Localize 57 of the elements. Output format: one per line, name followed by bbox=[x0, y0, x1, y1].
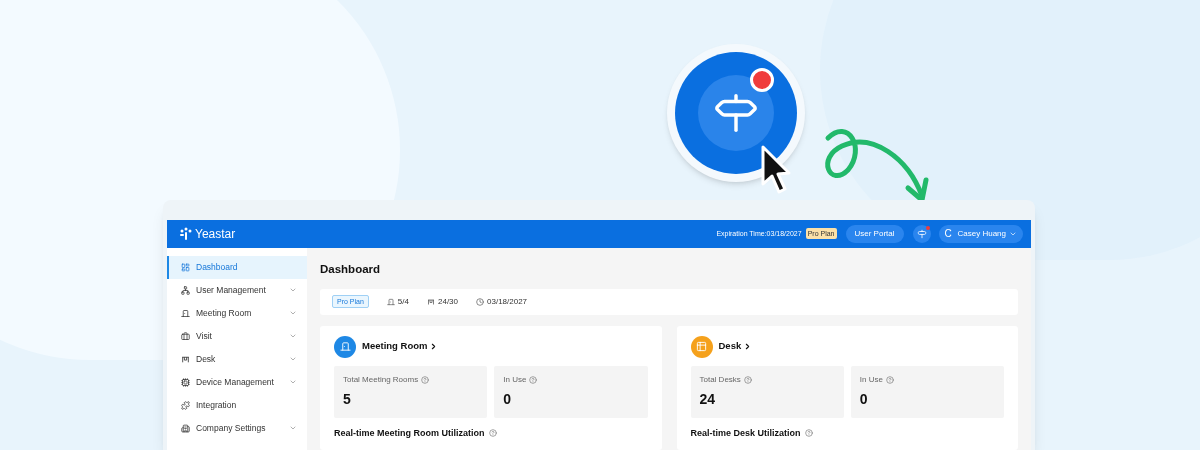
dashboard-icon bbox=[181, 262, 190, 272]
stat-label: In Use bbox=[503, 373, 527, 386]
logo-icon bbox=[179, 226, 193, 241]
stat-value: 0 bbox=[503, 389, 513, 409]
sidebar-label: Dashboard bbox=[196, 260, 239, 274]
brand-name: Yeastar bbox=[195, 225, 236, 243]
puzzle-icon bbox=[181, 400, 190, 410]
user-name: Casey Huang bbox=[957, 227, 1006, 240]
door-icon bbox=[386, 297, 395, 306]
sidebar-item[interactable]: User Management bbox=[167, 278, 307, 302]
stat-value: 0 bbox=[859, 389, 869, 409]
briefcase-icon bbox=[181, 331, 190, 341]
desk-icon bbox=[181, 354, 190, 364]
stat-value: 24 bbox=[699, 389, 717, 409]
door-icon bbox=[181, 308, 190, 318]
page-title: Dashboard bbox=[320, 261, 382, 277]
chip-icon bbox=[181, 377, 190, 387]
sidebar-label: Company Settings bbox=[196, 421, 267, 435]
sidebar-item[interactable]: Company Settings bbox=[167, 416, 307, 440]
sidebar-label: Visit bbox=[196, 329, 213, 343]
stat-label: Total Meeting Rooms bbox=[343, 373, 419, 386]
sidebar-label: Device Management bbox=[196, 375, 275, 389]
sidebar-label: User Management bbox=[196, 283, 267, 297]
sidebar-item[interactable]: Device Management bbox=[167, 370, 307, 394]
user-menu[interactable]: C Casey Huang bbox=[938, 224, 1023, 243]
plan-stat: 24/30 bbox=[438, 295, 458, 308]
sidebar-label: Meeting Room bbox=[196, 306, 253, 320]
clock-icon bbox=[476, 297, 484, 306]
card-title: Desk bbox=[718, 339, 742, 354]
sidebar-item[interactable]: Desk bbox=[167, 347, 307, 371]
help-icon bbox=[743, 375, 752, 384]
guide-button[interactable] bbox=[912, 224, 931, 243]
sidebar-item[interactable]: Dashboard bbox=[167, 255, 307, 279]
plan-stat: 03/18/2027 bbox=[487, 295, 528, 308]
help-icon bbox=[529, 375, 538, 384]
user-avatar: C bbox=[943, 227, 953, 241]
section-title: Real-time Desk Utilization bbox=[690, 426, 801, 440]
help-icon bbox=[885, 375, 894, 384]
sidebar-item[interactable]: Meeting Room bbox=[167, 301, 307, 325]
section-title: Real-time Meeting Room Utilization bbox=[334, 426, 485, 440]
user-portal-button[interactable]: User Portal bbox=[845, 224, 904, 243]
help-icon bbox=[421, 375, 430, 384]
building-icon bbox=[181, 423, 190, 433]
sidebar-item[interactable]: Visit bbox=[167, 324, 307, 348]
card-title: Meeting Room bbox=[362, 339, 428, 354]
help-icon bbox=[804, 429, 813, 438]
sidebar-label: Integration bbox=[196, 398, 238, 412]
sidebar-label: Desk bbox=[196, 352, 217, 366]
stat-label: Total Desks bbox=[699, 373, 741, 386]
help-icon bbox=[488, 429, 497, 438]
desk-icon bbox=[427, 297, 435, 306]
sidebar-item[interactable]: Integration bbox=[167, 393, 307, 417]
plan-stat: 5/4 bbox=[397, 295, 409, 308]
org-chart-icon bbox=[181, 285, 190, 295]
stat-value: 5 bbox=[343, 389, 352, 409]
signpost-icon bbox=[916, 228, 927, 239]
stat-label: In Use bbox=[859, 373, 883, 386]
